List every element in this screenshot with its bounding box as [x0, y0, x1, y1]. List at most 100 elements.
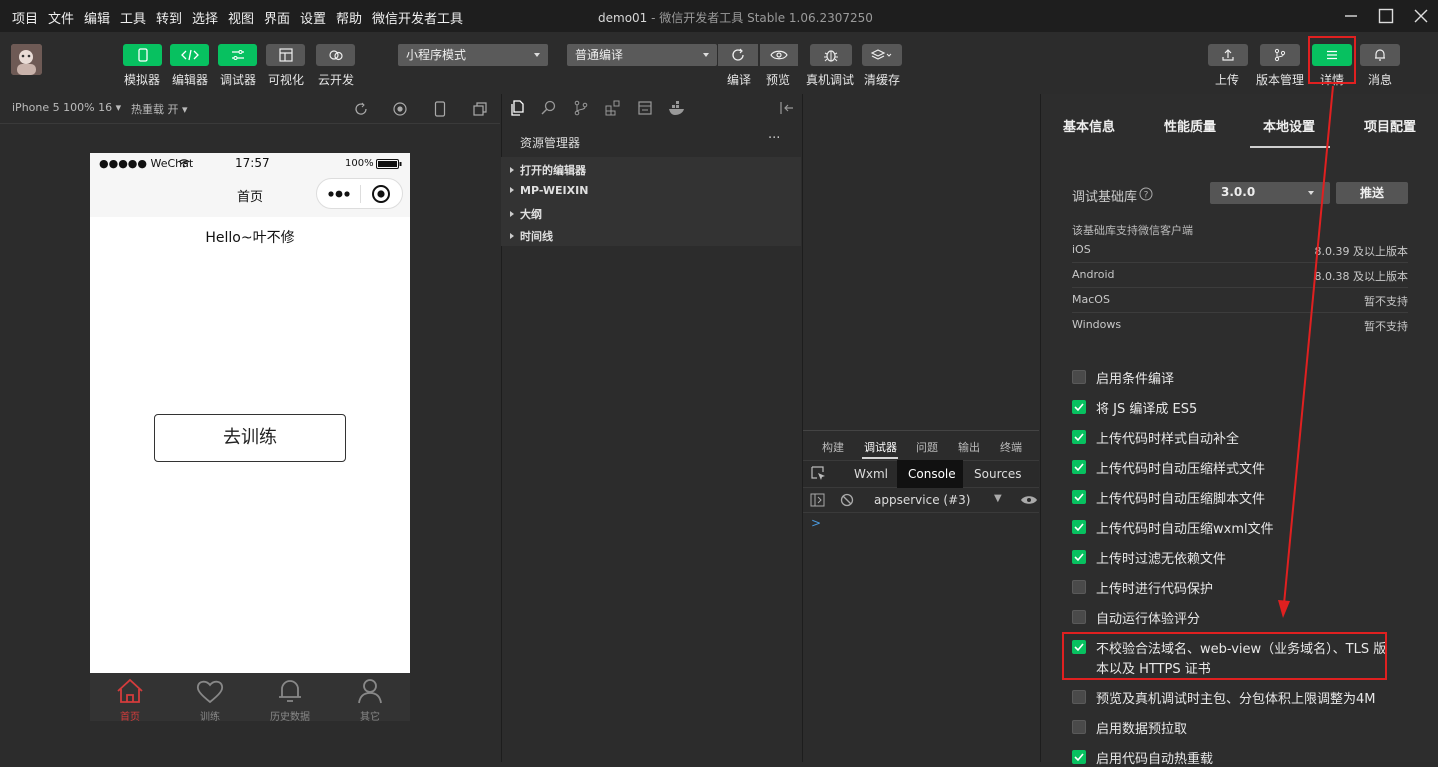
tab-project-config[interactable]: 项目配置: [1364, 116, 1416, 135]
extensions-icon[interactable]: [605, 100, 621, 116]
tab-history[interactable]: 历史数据: [250, 673, 330, 721]
platform-name: Windows: [1072, 318, 1122, 331]
tab-home[interactable]: 首页: [90, 673, 170, 721]
menu-settings[interactable]: 设置: [300, 8, 326, 27]
inspect-icon[interactable]: [811, 466, 827, 482]
devtools-tab-sources[interactable]: Sources: [974, 467, 1021, 481]
record-icon[interactable]: [393, 102, 407, 116]
close-miniprogram-icon[interactable]: [371, 184, 391, 204]
menu-view[interactable]: 视图: [228, 8, 254, 27]
context-select[interactable]: appservice (#3): [874, 493, 970, 507]
sidebar-toggle-icon[interactable]: [810, 493, 825, 507]
simulator-label: 模拟器: [124, 73, 161, 87]
checkbox[interactable]: [1072, 460, 1086, 474]
tab-debugger[interactable]: 调试器: [864, 439, 897, 455]
tab-build[interactable]: 构建: [822, 439, 844, 455]
push-button[interactable]: 推送: [1336, 182, 1408, 204]
hot-reload-toggle[interactable]: 热重载 开 ▾: [131, 101, 188, 117]
minimize-button[interactable]: [1339, 4, 1363, 28]
compile-mode-select[interactable]: 普通编译: [567, 44, 717, 66]
app-version: 微信开发者工具 Stable 1.06.2307250: [659, 11, 873, 25]
checkbox[interactable]: [1072, 400, 1086, 414]
checkbox[interactable]: [1072, 690, 1086, 704]
tab-output[interactable]: 输出: [958, 439, 980, 455]
home-icon: [117, 678, 143, 703]
preview-button[interactable]: [760, 44, 798, 66]
version-control-button[interactable]: [1260, 44, 1300, 66]
source-control-icon[interactable]: [573, 100, 589, 116]
tab-train[interactable]: 训练: [170, 673, 250, 721]
detach-window-icon[interactable]: [473, 102, 487, 116]
hot-reload-value: 热重载 开: [131, 103, 179, 116]
platform-name: Android: [1072, 268, 1115, 281]
checkbox[interactable]: [1072, 490, 1086, 504]
visual-toggle-button[interactable]: [266, 44, 305, 66]
clear-console-icon[interactable]: [840, 493, 854, 507]
editor-toggle-button[interactable]: [170, 44, 209, 66]
simulator-toggle-button[interactable]: [123, 44, 162, 66]
rotate-icon[interactable]: [354, 102, 368, 116]
tree-timeline[interactable]: 时间线: [510, 228, 553, 244]
menu-tools[interactable]: 工具: [120, 8, 146, 27]
tree-outline[interactable]: 大纲: [510, 206, 542, 222]
clear-cache-button[interactable]: [862, 44, 902, 66]
checkbox[interactable]: [1072, 580, 1086, 594]
cloud-dev-button[interactable]: [316, 44, 355, 66]
menu-project[interactable]: 项目: [12, 8, 38, 27]
close-button[interactable]: [1409, 4, 1433, 28]
setting-label: 上传时过滤无依赖文件: [1096, 552, 1227, 567]
check-icon: [1074, 553, 1084, 562]
messages-button[interactable]: [1360, 44, 1400, 66]
upload-button[interactable]: [1208, 44, 1248, 66]
search-icon[interactable]: [541, 100, 557, 116]
menu-help[interactable]: 帮助: [336, 8, 362, 27]
phone-screen: ●●●●● WeChat 17:57 100% 首页 Hello~叶不修 去训练…: [90, 153, 410, 721]
menu-goto[interactable]: 转到: [156, 8, 182, 27]
capsule-menu[interactable]: [316, 178, 403, 209]
tree-mp-weixin[interactable]: MP-WEIXIN: [510, 184, 588, 197]
checkbox[interactable]: [1072, 370, 1086, 384]
chevron-right-icon: [510, 167, 514, 173]
docker-icon[interactable]: [668, 100, 686, 116]
checkbox[interactable]: [1072, 550, 1086, 564]
tab-other[interactable]: 其它: [330, 673, 410, 721]
menu-wechat-devtools[interactable]: 微信开发者工具: [372, 8, 463, 27]
go-train-button[interactable]: 去训练: [154, 414, 346, 462]
compile-button[interactable]: [718, 44, 758, 66]
eye-icon[interactable]: [1020, 495, 1038, 505]
context-dropdown-icon[interactable]: ▼: [994, 493, 1002, 504]
more-dots-icon[interactable]: [327, 190, 353, 198]
mode-select-value: 小程序模式: [406, 48, 467, 62]
tab-problems[interactable]: 问题: [916, 439, 938, 455]
tree-open-editors[interactable]: 打开的编辑器: [510, 162, 586, 178]
checkbox[interactable]: [1072, 430, 1086, 444]
chevron-right-icon: [510, 187, 514, 193]
collapse-panel-icon[interactable]: [779, 101, 795, 115]
check-icon: [1074, 433, 1084, 442]
mode-select[interactable]: 小程序模式: [398, 44, 548, 66]
files-icon[interactable]: [509, 100, 525, 116]
avatar[interactable]: [11, 44, 42, 75]
menu-file[interactable]: 文件: [48, 8, 74, 27]
platform-name: iOS: [1072, 243, 1091, 256]
storage-icon[interactable]: [637, 100, 653, 116]
tab-terminal[interactable]: 终端: [1000, 439, 1022, 455]
help-icon[interactable]: ?: [1139, 187, 1153, 201]
menu-edit[interactable]: 编辑: [84, 8, 110, 27]
debugger-toggle-button[interactable]: [218, 44, 257, 66]
maximize-button[interactable]: [1374, 4, 1398, 28]
devtools-tab-console[interactable]: Console: [897, 460, 963, 488]
checkbox[interactable]: [1072, 610, 1086, 624]
console-prompt[interactable]: >: [811, 516, 821, 530]
tab-performance[interactable]: 性能质量: [1164, 116, 1216, 135]
remote-debug-button[interactable]: [810, 44, 852, 66]
checkbox[interactable]: [1072, 720, 1086, 734]
checkbox[interactable]: [1072, 520, 1086, 534]
devtools-tab-wxml[interactable]: Wxml: [854, 467, 888, 481]
menu-interface[interactable]: 界面: [264, 8, 290, 27]
tab-basic-info[interactable]: 基本信息: [1063, 116, 1115, 135]
device-icon[interactable]: [434, 101, 446, 117]
menu-select[interactable]: 选择: [192, 8, 218, 27]
device-select[interactable]: iPhone 5 100% 16 ▾: [12, 101, 121, 114]
explorer-more-button[interactable]: ···: [768, 131, 780, 146]
